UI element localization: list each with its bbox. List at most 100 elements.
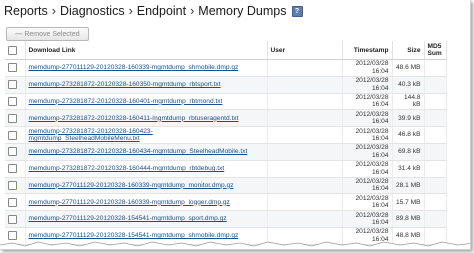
download-link[interactable]: memdump-273281872-20120328-160434-mgmtdu… bbox=[25, 143, 268, 161]
timestamp-cell: 2012/03/28 16:04 bbox=[342, 93, 393, 111]
remove-selected-label: Remove Selected bbox=[24, 30, 80, 38]
table-row: memdump-273281872-20120328-160423-mgmtdu… bbox=[5, 126, 447, 144]
download-link[interactable]: memdump-277011129-20120328-160339-mgmtdu… bbox=[25, 59, 268, 77]
row-checkbox[interactable] bbox=[8, 147, 17, 157]
download-link[interactable]: memdump-273281872-20120328-160423-mgmtdu… bbox=[25, 126, 268, 144]
row-checkbox-cell[interactable] bbox=[5, 160, 26, 178]
breadcrumb-memory-dumps: Memory Dumps bbox=[198, 4, 287, 18]
download-link[interactable]: memdump-273281872-20120328-160401-mgmtdu… bbox=[25, 93, 268, 111]
user-cell bbox=[267, 76, 343, 94]
table-row: memdump-277011129-20120328-160339-mgmtdu… bbox=[5, 193, 447, 212]
md5-cell bbox=[424, 193, 447, 212]
md5-cell bbox=[424, 109, 447, 128]
select-all-header[interactable] bbox=[5, 41, 26, 60]
timestamp-cell: 2012/03/28 16:04 bbox=[342, 160, 393, 178]
user-cell bbox=[267, 210, 343, 228]
md5-cell bbox=[424, 126, 447, 144]
row-checkbox-cell[interactable] bbox=[5, 210, 26, 228]
timestamp-cell: 2012/03/28 16:04 bbox=[342, 76, 393, 94]
column-md5-sum[interactable]: MD5 Sum bbox=[424, 41, 447, 60]
row-checkbox[interactable] bbox=[8, 63, 17, 73]
md5-cell bbox=[424, 143, 447, 161]
minus-icon: — bbox=[15, 30, 23, 38]
row-checkbox[interactable] bbox=[8, 113, 17, 123]
size-cell: 28.1 MB bbox=[392, 177, 425, 195]
row-checkbox-cell[interactable] bbox=[5, 143, 26, 161]
size-cell: 48.6 MB bbox=[392, 59, 425, 77]
breadcrumb-separator: › bbox=[190, 4, 195, 18]
download-link[interactable]: memdump-273281872-20120328-160444-mgmtdu… bbox=[25, 160, 268, 178]
user-cell bbox=[267, 143, 343, 161]
breadcrumb: Reports › Diagnostics › Endpoint › Memor… bbox=[4, 3, 303, 19]
memory-dumps-page: Reports › Diagnostics › Endpoint › Memor… bbox=[0, 0, 471, 250]
row-checkbox-cell[interactable] bbox=[5, 126, 26, 144]
download-link[interactable]: memdump-277011129-20120328-160339-mgmtdu… bbox=[25, 177, 268, 195]
breadcrumb-endpoint[interactable]: Endpoint bbox=[137, 4, 186, 18]
row-checkbox[interactable] bbox=[8, 96, 17, 106]
row-checkbox[interactable] bbox=[8, 231, 17, 241]
row-checkbox[interactable] bbox=[8, 130, 17, 140]
row-checkbox[interactable] bbox=[8, 180, 17, 190]
timestamp-cell: 2012/03/28 16:04 bbox=[342, 109, 393, 128]
timestamp-cell: 2012/03/28 16:04 bbox=[342, 59, 393, 77]
row-checkbox-cell[interactable] bbox=[5, 76, 26, 94]
download-link[interactable]: memdump-273281872-20120328-160411-mgmtdu… bbox=[25, 109, 268, 128]
column-user[interactable]: User bbox=[267, 41, 343, 60]
md5-cell bbox=[424, 160, 447, 178]
md5-cell bbox=[424, 177, 447, 195]
row-checkbox[interactable] bbox=[8, 214, 17, 224]
md5-cell bbox=[424, 93, 447, 111]
memory-dumps-table: Download Link User Timestamp Size MD5 Su… bbox=[5, 41, 447, 245]
download-link[interactable]: memdump-277011129-20120328-160339-mgmtdu… bbox=[25, 193, 268, 212]
user-cell bbox=[267, 93, 343, 111]
table-row: memdump-273281872-20120328-160411-mgmtdu… bbox=[5, 109, 447, 128]
size-cell: 39.9 kB bbox=[392, 109, 425, 128]
user-cell bbox=[267, 160, 343, 178]
timestamp-cell: 2012/03/28 16:04 bbox=[342, 193, 393, 212]
row-checkbox[interactable] bbox=[8, 164, 17, 174]
column-size[interactable]: Size bbox=[392, 41, 425, 60]
size-cell: 46.8 kB bbox=[392, 126, 425, 144]
md5-cell bbox=[424, 210, 447, 228]
table-row: memdump-273281872-20120328-160350-mgmtdu… bbox=[5, 76, 447, 94]
download-link[interactable]: memdump-277011129-20120328-154541-mgmtdu… bbox=[25, 210, 268, 228]
breadcrumb-separator: › bbox=[128, 4, 133, 18]
torn-edge bbox=[0, 241, 470, 249]
size-cell: 15.7 MB bbox=[392, 193, 425, 212]
table-body: memdump-277011129-20120328-160339-mgmtdu… bbox=[5, 59, 447, 245]
size-cell: 144.8 kB bbox=[392, 93, 425, 111]
timestamp-cell: 2012/03/28 16:04 bbox=[342, 177, 393, 195]
row-checkbox-cell[interactable] bbox=[5, 177, 26, 195]
breadcrumb-diagnostics[interactable]: Diagnostics bbox=[60, 4, 125, 18]
size-cell: 40.3 kB bbox=[392, 76, 425, 94]
table-row: memdump-277011129-20120328-160339-mgmtdu… bbox=[5, 177, 447, 195]
table-row: memdump-273281872-20120328-160444-mgmtdu… bbox=[5, 160, 447, 178]
table-row: memdump-273281872-20120328-160434-mgmtdu… bbox=[5, 143, 447, 161]
user-cell bbox=[267, 109, 343, 128]
row-checkbox[interactable] bbox=[8, 197, 17, 207]
timestamp-cell: 2012/03/28 16:04 bbox=[342, 126, 393, 144]
user-cell bbox=[267, 59, 343, 77]
timestamp-cell: 2012/03/28 16:04 bbox=[342, 210, 393, 228]
row-checkbox-cell[interactable] bbox=[5, 59, 26, 77]
row-checkbox-cell[interactable] bbox=[5, 109, 26, 128]
size-cell: 89.8 MB bbox=[392, 210, 425, 228]
size-cell: 69.8 kB bbox=[392, 143, 425, 161]
table-header-row: Download Link User Timestamp Size MD5 Su… bbox=[5, 41, 447, 60]
user-cell bbox=[267, 177, 343, 195]
row-checkbox[interactable] bbox=[8, 80, 17, 90]
size-cell: 31.4 kB bbox=[392, 160, 425, 178]
breadcrumb-reports[interactable]: Reports bbox=[4, 4, 48, 18]
row-checkbox-cell[interactable] bbox=[5, 93, 26, 111]
download-link[interactable]: memdump-273281872-20120328-160350-mgmtdu… bbox=[25, 76, 268, 94]
table-row: memdump-277011129-20120328-154541-mgmtdu… bbox=[5, 210, 447, 228]
timestamp-cell: 2012/03/28 16:04 bbox=[342, 143, 393, 161]
table-row: memdump-273281872-20120328-160401-mgmtdu… bbox=[5, 93, 447, 111]
select-all-checkbox[interactable] bbox=[8, 45, 17, 55]
column-timestamp[interactable]: Timestamp bbox=[342, 41, 393, 60]
remove-selected-button[interactable]: — Remove Selected bbox=[6, 27, 89, 41]
row-checkbox-cell[interactable] bbox=[5, 193, 26, 212]
question-icon[interactable]: ? bbox=[291, 5, 303, 17]
column-download-link[interactable]: Download Link bbox=[25, 41, 268, 60]
md5-cell bbox=[424, 59, 447, 77]
